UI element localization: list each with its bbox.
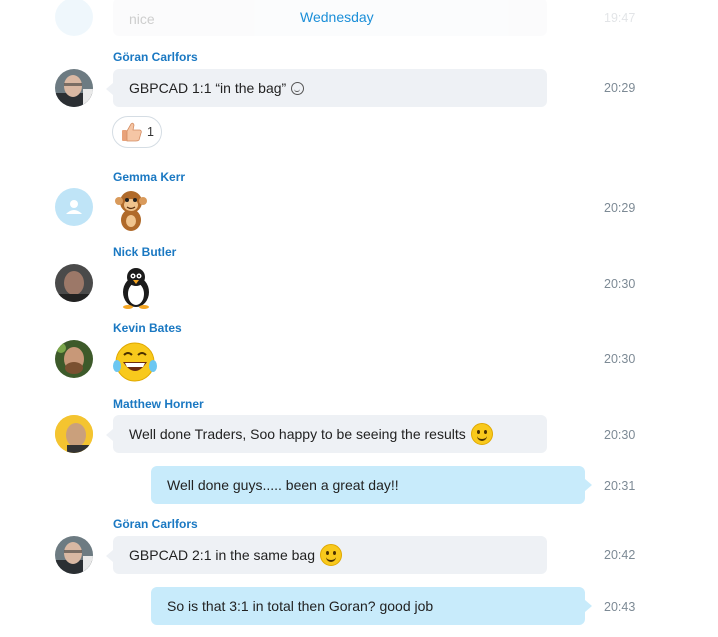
sender-name[interactable]: Göran Carlfors bbox=[113, 50, 198, 64]
avatar[interactable] bbox=[55, 536, 93, 574]
avatar[interactable] bbox=[55, 69, 93, 107]
message-text: Well done Traders, Soo happy to be seein… bbox=[129, 426, 466, 442]
smile-outline-icon bbox=[291, 81, 305, 95]
default-user-icon bbox=[66, 200, 82, 214]
message-text: GBPCAD 1:1 “in the bag” bbox=[129, 80, 287, 96]
message-time: 20:29 bbox=[604, 81, 636, 95]
message-time: 20:42 bbox=[604, 548, 636, 562]
message-time: 20:30 bbox=[604, 428, 636, 442]
laughing-emoji[interactable] bbox=[112, 340, 158, 384]
message-text: So is that 3:1 in total then Goran? good… bbox=[167, 598, 434, 614]
message-time: 20:30 bbox=[604, 352, 636, 366]
sender-name[interactable]: Göran Carlfors bbox=[113, 517, 198, 531]
sender-name[interactable]: Gemma Kerr bbox=[113, 170, 185, 184]
previous-message-time: 19:47 bbox=[604, 11, 636, 25]
avatar[interactable] bbox=[55, 188, 93, 226]
message-time: 20:29 bbox=[604, 201, 636, 215]
day-separator: Wednesday bbox=[300, 9, 374, 25]
message-bubble[interactable]: GBPCAD 1:1 “in the bag” bbox=[106, 69, 547, 107]
smile-emoji-icon bbox=[470, 423, 493, 445]
avatar[interactable] bbox=[55, 264, 93, 302]
avatar[interactable] bbox=[55, 415, 93, 453]
message-time: 20:43 bbox=[604, 600, 636, 614]
previous-message-text: nice bbox=[129, 11, 155, 27]
sender-name[interactable]: Kevin Bates bbox=[113, 321, 182, 335]
reaction-count: 1 bbox=[147, 125, 154, 139]
message-bubble[interactable]: Well done Traders, Soo happy to be seein… bbox=[106, 415, 547, 453]
message-text: GBPCAD 2:1 in the same bag bbox=[129, 547, 315, 563]
message-bubble-outgoing[interactable]: Well done guys..... been a great day!! bbox=[151, 466, 592, 504]
avatar bbox=[55, 0, 93, 36]
message-bubble[interactable]: GBPCAD 2:1 in the same bag bbox=[106, 536, 547, 574]
monkey-sticker[interactable] bbox=[111, 188, 151, 234]
message-time: 20:30 bbox=[604, 277, 636, 291]
sender-name[interactable]: Nick Butler bbox=[113, 245, 176, 259]
smile-emoji-icon bbox=[320, 544, 342, 566]
message-text: Well done guys..... been a great day!! bbox=[167, 477, 399, 493]
message-time: 20:31 bbox=[604, 479, 636, 493]
sender-name[interactable]: Matthew Horner bbox=[113, 397, 204, 411]
message-bubble-outgoing[interactable]: So is that 3:1 in total then Goran? good… bbox=[151, 587, 592, 625]
penguin-sticker[interactable] bbox=[116, 266, 156, 310]
thumbs-up-icon bbox=[122, 122, 142, 142]
reaction-pill[interactable]: 1 bbox=[112, 116, 162, 148]
avatar[interactable] bbox=[55, 340, 93, 378]
